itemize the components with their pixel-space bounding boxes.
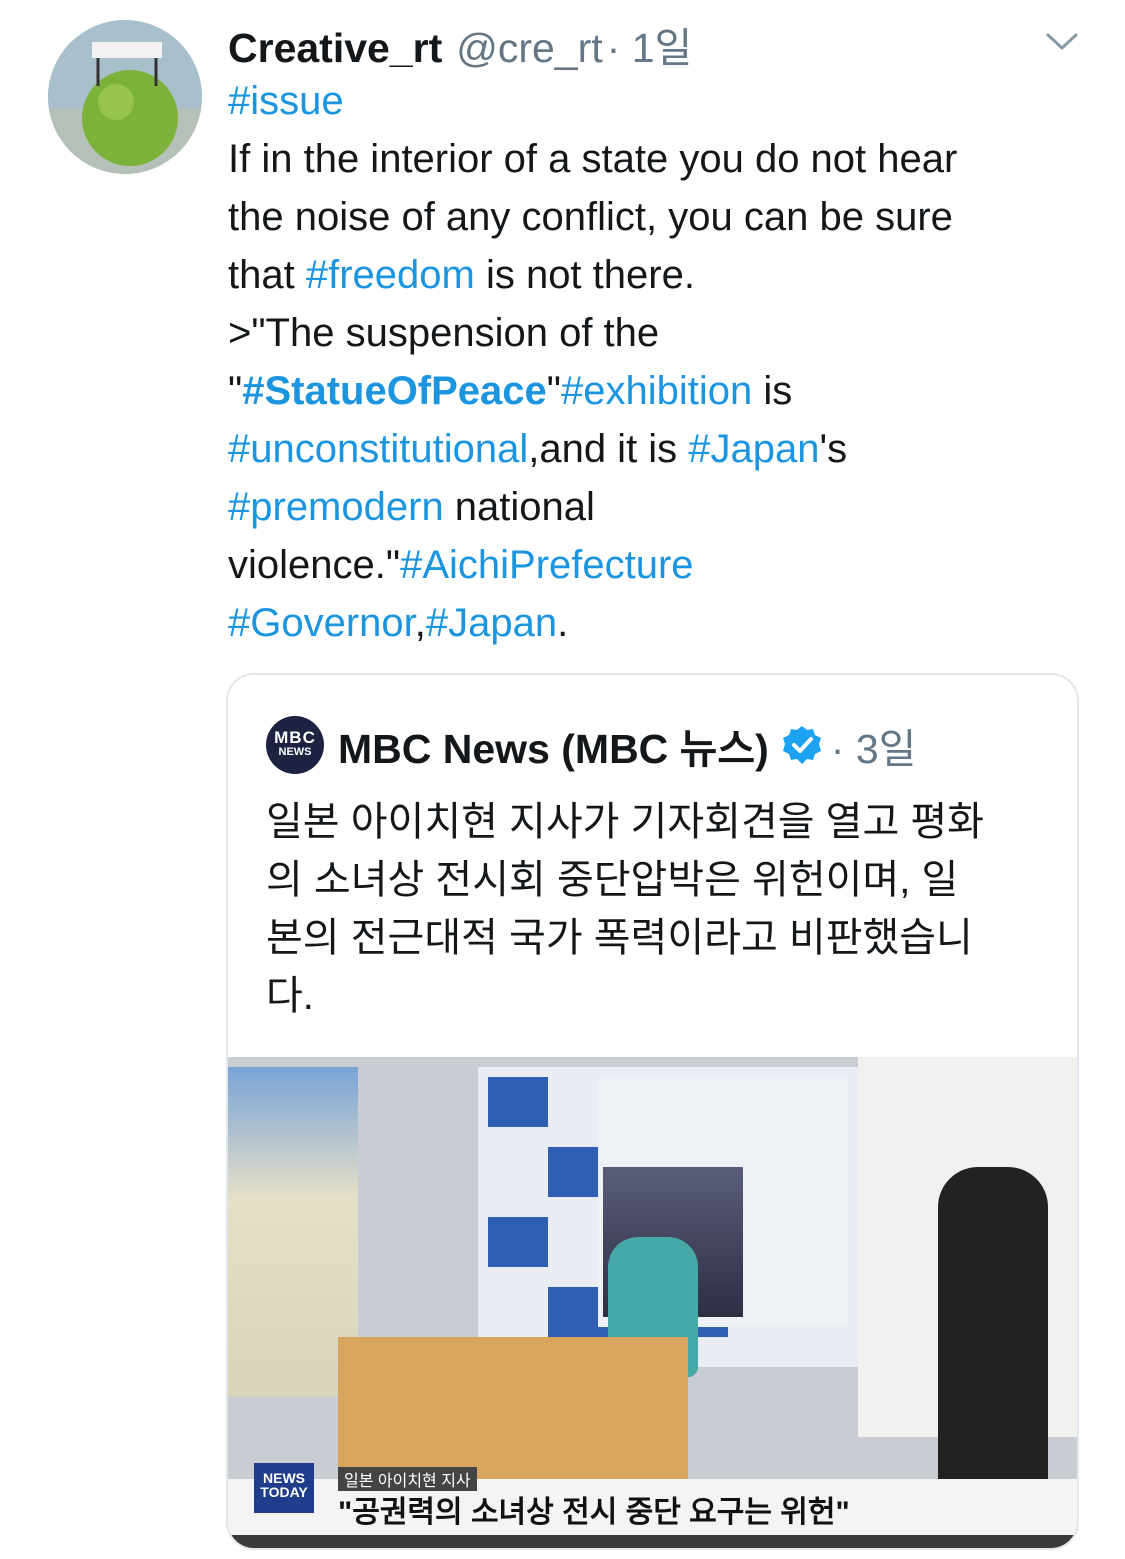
tweet-text-segment: the noise of any conflict, you can be su… [228, 195, 953, 239]
chevron-down-icon[interactable] [1042, 26, 1082, 56]
hashtag-link[interactable]: #premodern [228, 485, 444, 529]
tweet-text-segment: ,and it is [528, 427, 689, 471]
tweet-text-segment: . [557, 601, 569, 645]
tweet-text-line: that #freedom is not there. [228, 246, 1098, 304]
attendant-figure [938, 1167, 1048, 1527]
tweet-text-segment: , [414, 601, 426, 645]
tweet-header: Creative_rt @cre_rt · 1일 [228, 14, 692, 71]
quoted-author-name[interactable]: MBC News (MBC 뉴스) [338, 715, 769, 775]
news-ticker [228, 1535, 1077, 1548]
hashtag-link[interactable]: #exhibition [561, 369, 752, 413]
quoted-tweet[interactable]: MBC NEWS MBC News (MBC 뉴스) · 3일 일본 아이치현 … [226, 673, 1079, 1550]
news-video-thumbnail[interactable]: NEWS TODAY 일본 아이치현 지사 "공권력의 소녀상 전시 중단 요구… [228, 1057, 1077, 1548]
quoted-text-line: 의 소녀상 전시회 중단압박은 위헌이며, 일 [266, 858, 959, 902]
quoted-text-line: 일본 아이치현 지사가 기자회견을 열고 평화 [266, 800, 984, 844]
mbc-news-logo[interactable]: MBC NEWS [266, 716, 324, 774]
hashtag-link[interactable]: #Governor [228, 601, 415, 645]
quoted-text-line: 다. [266, 974, 314, 1018]
tweet-text-line: If in the interior of a state you do not… [228, 130, 1098, 188]
author-name[interactable]: Creative_rt [228, 25, 442, 72]
tweet-text-line: #unconstitutional,and it is #Japan's [228, 420, 1098, 478]
tweet-text-line: >"The suspension of the [228, 304, 1098, 362]
tweet-text-line: #premodern national [228, 478, 1098, 536]
author-handle[interactable]: @cre_rt [456, 25, 602, 72]
tweet-text: #issue If in the interior of a state you … [228, 72, 1098, 652]
tweet-time[interactable]: · 1일 [607, 14, 693, 74]
tweet-text-segment: violence." [228, 543, 401, 587]
logo-text-news: NEWS [278, 746, 312, 758]
news-today-badge: NEWS TODAY [254, 1463, 314, 1513]
verified-badge-icon [782, 726, 821, 764]
tweet-text-line: "#StatueOfPeace"#exhibition is [228, 362, 1098, 420]
hashtag-link[interactable]: #Japan [688, 427, 819, 471]
tweet-text-segment: is [752, 369, 793, 413]
hashtag-link[interactable]: #unconstitutional [228, 427, 528, 471]
quoted-text-line: 본의 전근대적 국가 폭력이라고 비판했습니 [266, 916, 973, 960]
tweet-text-segment: " [546, 369, 561, 413]
tweet-text-line: the noise of any conflict, you can be su… [228, 188, 1098, 246]
tweet-text-line: #issue [228, 72, 1098, 130]
quoted-header: MBC NEWS MBC News (MBC 뉴스) · 3일 [266, 715, 917, 775]
logo-text-mbc: MBC [274, 728, 316, 747]
avatar[interactable] [48, 20, 202, 174]
tweet-text-segment: " [228, 369, 243, 413]
caption-headline: "공권력의 소녀상 전시 중단 요구는 위헌" [338, 1496, 850, 1529]
tweet-text-segment: >"The suspension of the [228, 311, 660, 355]
tweet-text-segment: If in the interior of a state you do not… [228, 137, 958, 181]
tweet-text-line: #Governor,#Japan. [228, 594, 1098, 652]
quoted-text: 일본 아이치현 지사가 기자회견을 열고 평화 의 소녀상 전시회 중단압박은 … [266, 793, 1046, 1025]
tweet-text-segment: that [228, 253, 306, 297]
tweet-text-segment: is not there. [474, 253, 695, 297]
hashtag-link[interactable]: #StatueOfPeace [242, 369, 547, 413]
hashtag-link[interactable]: #freedom [306, 253, 475, 297]
tweet-text-segment: national [443, 485, 595, 529]
quoted-time[interactable]: · 3일 [831, 715, 917, 775]
tweet-text-line: violence."#AichiPrefecture [228, 536, 1098, 594]
podium [338, 1337, 688, 1487]
hashtag-link[interactable]: #issue [228, 79, 344, 123]
hashtag-link[interactable]: #AichiPrefecture [400, 543, 693, 587]
hashtag-link[interactable]: #Japan [426, 601, 557, 645]
tweet-text-segment: 's [819, 427, 848, 471]
apple-avatar-image [48, 20, 202, 174]
